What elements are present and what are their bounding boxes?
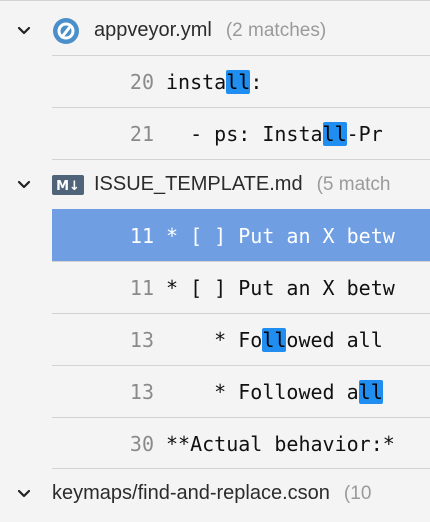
match-row[interactable]: 11 * [ ] Put an X betw	[52, 261, 430, 313]
line-number: 20	[129, 69, 154, 94]
line-number: 13	[129, 327, 154, 352]
match-text-after: owed all	[286, 327, 383, 352]
appveyor-icon	[53, 18, 79, 44]
file-name: keymaps/find-and-replace.cson (10	[52, 482, 371, 505]
chevron-down-icon[interactable]	[16, 23, 32, 39]
match-text: - ps: Insta	[166, 121, 323, 146]
match-highlight: ll	[358, 379, 383, 404]
match-text-after	[383, 380, 395, 404]
match-row[interactable]: 30 **Actual behavior:*	[52, 417, 430, 469]
match-text: * [ ] Put an X betw	[166, 275, 395, 300]
line-number: 11	[129, 223, 154, 248]
markdown-icon-label: M↓	[56, 179, 80, 194]
match-highlight: ll	[322, 121, 347, 146]
markdown-icon: M↓	[52, 175, 84, 195]
file-name-text: appveyor.yml	[94, 19, 212, 41]
find-results-panel: appveyor.yml (2 matches) 20 insta ll: 21 - …	[0, 0, 430, 522]
match-text: * [ ] Put an X betw	[166, 223, 395, 248]
match-count: (2 matches)	[225, 20, 327, 41]
line-number: 30	[129, 431, 154, 456]
match-text: **Actual behavior:*	[166, 431, 395, 456]
file-name-text: keymaps/find-and-replace.cson	[52, 482, 330, 504]
line-number: 21	[129, 121, 154, 146]
match-text: insta	[166, 69, 227, 94]
line-number: 11	[129, 275, 154, 300]
file-header-appveyor[interactable]: appveyor.yml (2 matches)	[0, 5, 430, 57]
match-highlight: ll	[262, 327, 287, 352]
match-text-after: -Pr	[346, 121, 383, 146]
match-count: (10	[343, 483, 372, 504]
match-count: (5 match	[316, 174, 391, 195]
line-number: 13	[129, 379, 154, 404]
match-row[interactable]: 13 * Followed all	[52, 365, 430, 417]
match-row[interactable]: 13 * Followed all	[52, 313, 430, 365]
match-row[interactable]: 20 insta ll:	[52, 55, 430, 107]
match-highlight: ll	[226, 69, 251, 94]
match-text: * Followed a	[166, 379, 359, 404]
chevron-down-icon[interactable]	[16, 486, 32, 502]
file-header-keymaps[interactable]: keymaps/find-and-replace.cson (10	[0, 468, 430, 520]
top-divider	[0, 0, 430, 1]
match-text-after: :	[250, 69, 263, 94]
file-name: ISSUE_TEMPLATE.md (5 match	[94, 173, 391, 196]
file-name-text: ISSUE_TEMPLATE.md	[94, 173, 303, 195]
file-header-issue-template[interactable]: M↓ ISSUE_TEMPLATE.md (5 match	[0, 159, 430, 211]
match-row[interactable]: 21 - ps: Insta ll -Pr	[52, 107, 430, 159]
chevron-down-icon[interactable]	[16, 177, 32, 193]
match-row-selected[interactable]: 11 * [ ] Put an X betw	[52, 209, 430, 261]
file-name: appveyor.yml (2 matches)	[94, 19, 326, 42]
match-text: * Fo	[166, 327, 263, 352]
